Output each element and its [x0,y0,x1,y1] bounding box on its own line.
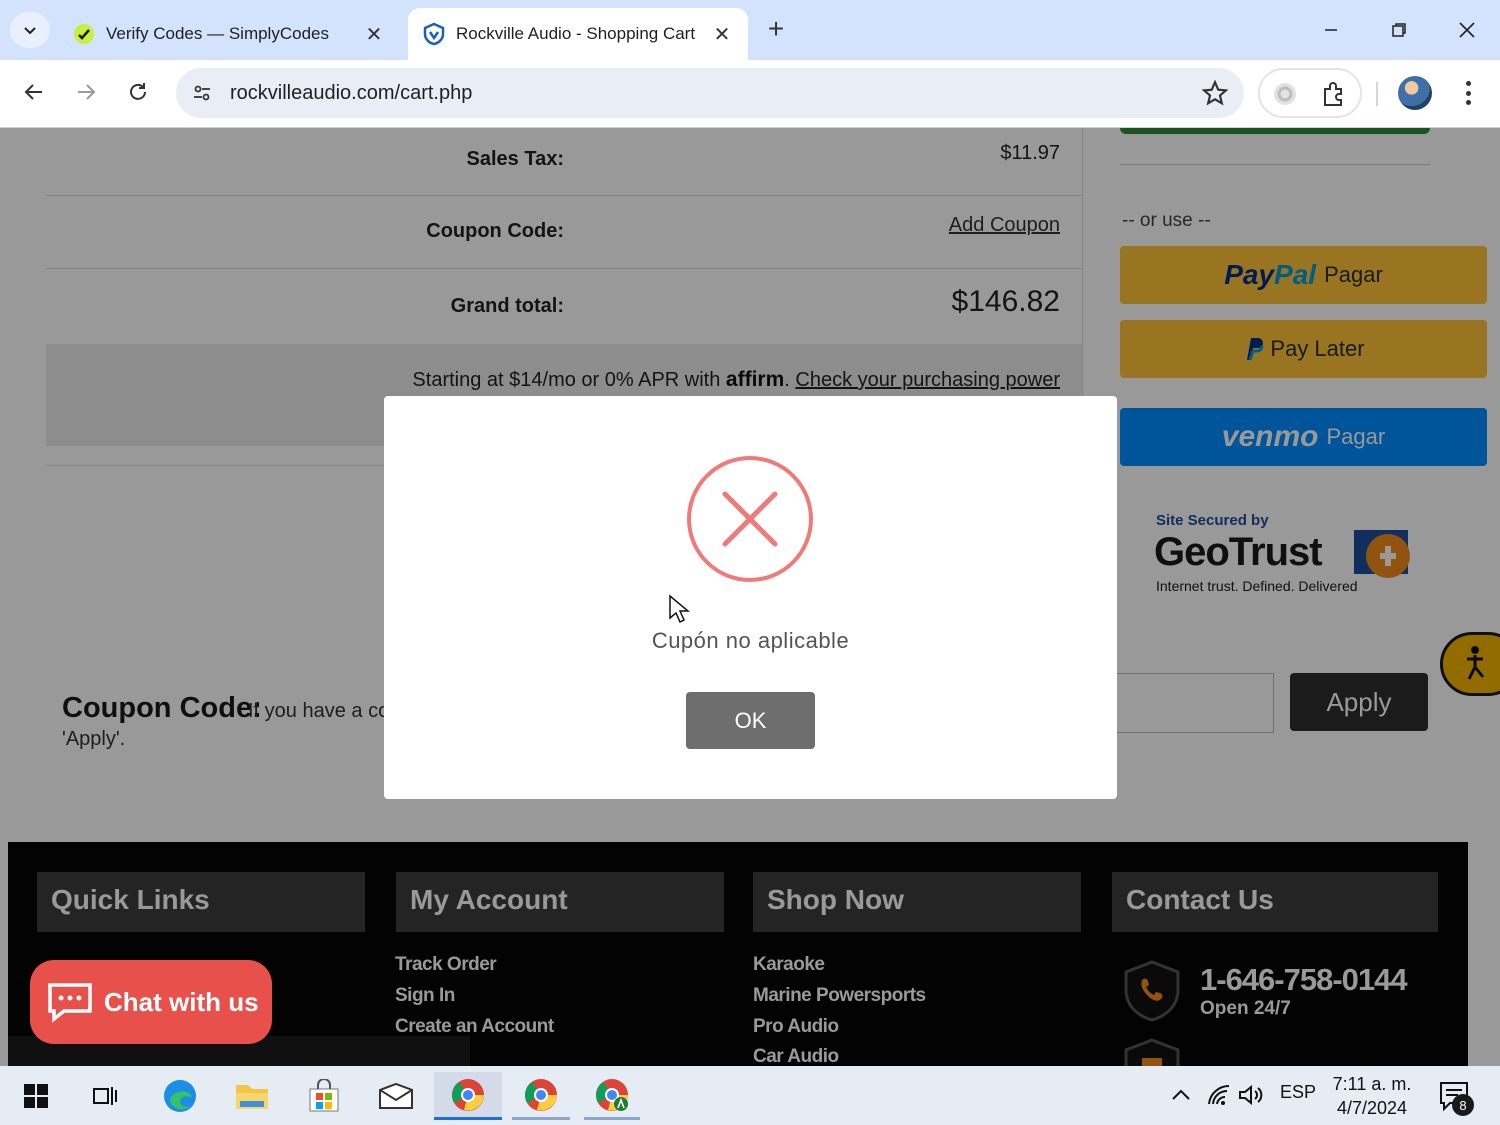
reload-icon [130,83,146,100]
clock-date: 4/7/2024 [1336,1098,1408,1118]
show-hidden-icons-chevron-up-icon[interactable] [1170,1086,1192,1104]
arrow-left-icon [24,84,42,100]
extensions-puzzle-icon[interactable] [1320,80,1348,108]
url-text: rockvilleaudio.com/cart.php [230,82,473,104]
browser-menu-button[interactable] [1456,78,1480,108]
arrow-right-icon [78,84,96,100]
browser-tabstrip: Verify Codes — SimplyCodes ✕ Rockville A… [0,0,1500,60]
chrome-taskbar-item-1[interactable] [434,1072,502,1120]
task-view-icon [93,1087,117,1105]
chat-label: Chat with us [104,986,259,1017]
bookmark-star-icon[interactable] [1202,80,1228,106]
simplycodes-favicon-icon [72,22,96,46]
site-settings-icon[interactable] [184,75,220,111]
volume-icon[interactable] [1238,1084,1266,1106]
tab-rockville-cart[interactable]: Rockville Audio - Shopping Cart ✕ [408,8,748,60]
edge-taskbar-item[interactable] [156,1072,204,1120]
windows-taskbar: ESP 7:11 a. m. 4/7/2024 8 [0,1066,1500,1125]
toolbar-divider [1376,82,1378,106]
language-indicator[interactable]: ESP [1280,1082,1316,1103]
store-bag-icon [309,1079,339,1112]
shield-favicon-icon [422,22,446,46]
forward-button[interactable] [66,72,106,112]
chrome-taskbar-item-3[interactable] [584,1072,640,1120]
close-tab-icon[interactable]: ✕ [362,22,386,46]
browser-toolbar: rockvilleaudio.com/cart.php [0,60,1500,128]
chat-with-us-button[interactable]: Chat with us [30,960,272,1044]
chat-bubble-icon [48,983,92,1023]
chevron-down-icon [24,27,36,35]
new-tab-button[interactable]: + [760,14,792,46]
chrome-profile-icon [595,1078,628,1111]
coupon-error-dialog: Cupón no aplicable OK [384,396,1117,799]
clock-time: 7:11 a. m. [1332,1074,1412,1094]
address-bar[interactable]: rockvilleaudio.com/cart.php [176,68,1244,118]
wifi-icon[interactable] [1206,1084,1232,1106]
store-taskbar-item[interactable] [300,1072,348,1120]
profile-avatar[interactable] [1398,76,1432,110]
tab-search-button[interactable] [10,12,50,48]
chrome-icon [451,1078,484,1111]
chrome-taskbar-item-2[interactable] [512,1072,570,1120]
minimize-icon [1325,29,1337,31]
envelope-icon [379,1082,413,1109]
close-window-button[interactable] [1444,10,1490,50]
back-button[interactable] [14,72,54,112]
tab-title: Verify Codes — SimplyCodes [106,24,329,43]
mouse-cursor-icon [669,594,690,624]
taskbar-clock[interactable]: 7:11 a. m. 4/7/2024 [1326,1072,1418,1120]
tab-simplycodes[interactable]: Verify Codes — SimplyCodes ✕ [58,8,400,60]
task-view-button[interactable] [82,1072,130,1120]
close-icon [1459,22,1475,38]
tab-title: Rockville Audio - Shopping Cart [456,24,696,43]
ok-button[interactable]: OK [686,692,815,749]
edge-icon [164,1080,196,1112]
restore-button[interactable] [1376,10,1422,50]
minimize-button[interactable] [1308,10,1354,50]
error-x-icon [687,456,813,582]
extensions-group [1258,68,1362,118]
reload-button[interactable] [118,72,158,112]
restore-icon [1392,23,1406,37]
folder-icon [236,1085,268,1109]
start-button[interactable] [12,1072,60,1120]
file-explorer-taskbar-item[interactable] [228,1072,276,1120]
mail-taskbar-item[interactable] [372,1072,420,1120]
close-tab-icon[interactable]: ✕ [710,22,734,46]
windows-logo-icon [24,1084,48,1108]
extension-circle-icon[interactable] [1272,81,1298,107]
notification-count-badge: 8 [1452,1094,1474,1116]
chrome-icon [524,1078,557,1111]
dialog-message: Cupón no aplicable [651,628,850,653]
